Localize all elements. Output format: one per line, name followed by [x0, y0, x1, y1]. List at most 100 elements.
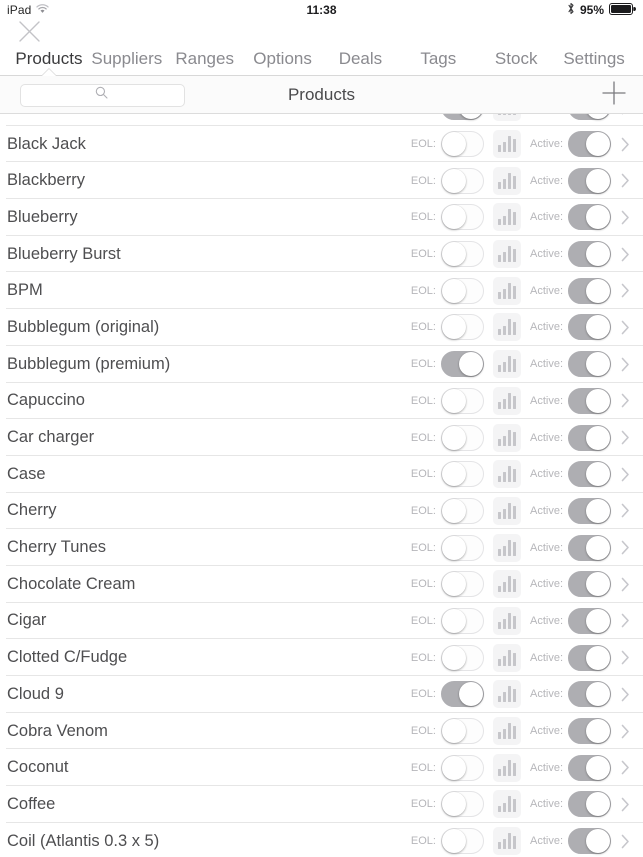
- chevron-right-icon[interactable]: [617, 351, 633, 377]
- active-toggle[interactable]: [568, 607, 611, 634]
- product-row[interactable]: Coffee EOL: Active:: [0, 786, 643, 823]
- eol-toggle[interactable]: [440, 314, 484, 341]
- close-button[interactable]: [14, 20, 44, 48]
- tab-ranges[interactable]: Ranges: [166, 48, 244, 70]
- eol-toggle[interactable]: [440, 497, 484, 524]
- active-toggle[interactable]: [568, 644, 611, 671]
- bar-chart-icon[interactable]: [492, 313, 521, 342]
- product-row[interactable]: EOL:Active:: [0, 114, 643, 126]
- bar-chart-icon[interactable]: [492, 166, 521, 195]
- chevron-right-icon[interactable]: [617, 204, 633, 230]
- active-toggle[interactable]: [568, 167, 611, 194]
- chevron-right-icon[interactable]: [617, 681, 633, 707]
- chevron-right-icon[interactable]: [617, 535, 633, 561]
- bar-chart-icon[interactable]: [492, 753, 521, 782]
- tab-suppliers[interactable]: Suppliers: [88, 48, 166, 70]
- product-row[interactable]: Chocolate Cream EOL: Active:: [0, 565, 643, 603]
- product-row[interactable]: Blackberry EOL: Active:: [0, 162, 643, 200]
- active-toggle[interactable]: [568, 497, 611, 524]
- product-row[interactable]: Cherry Tunes EOL: Active:: [0, 529, 643, 566]
- product-row[interactable]: Cigar EOL: Active:: [0, 602, 643, 640]
- chevron-right-icon[interactable]: [617, 755, 633, 781]
- add-product-button[interactable]: [597, 78, 631, 112]
- eol-toggle[interactable]: [440, 607, 484, 634]
- product-row[interactable]: Clotted C/Fudge EOL: Active:: [0, 639, 643, 676]
- active-toggle[interactable]: [568, 791, 611, 818]
- chevron-right-icon[interactable]: [617, 131, 633, 157]
- bar-chart-icon[interactable]: [492, 606, 521, 635]
- active-toggle[interactable]: [568, 534, 611, 561]
- product-row[interactable]: Cloud 9 EOL: Active:: [0, 676, 643, 713]
- chevron-right-icon[interactable]: [617, 498, 633, 524]
- product-list[interactable]: EOL:Active:Black JackEOL:Active:Blackber…: [0, 114, 643, 857]
- chevron-right-icon[interactable]: [617, 718, 633, 744]
- eol-toggle[interactable]: [440, 718, 484, 745]
- active-toggle[interactable]: [568, 277, 611, 304]
- product-row[interactable]: Capuccino EOL: Active:: [0, 382, 643, 420]
- active-toggle[interactable]: [568, 424, 611, 451]
- active-toggle[interactable]: [568, 114, 611, 121]
- active-toggle[interactable]: [568, 461, 611, 488]
- chevron-right-icon[interactable]: [617, 425, 633, 451]
- eol-toggle[interactable]: [440, 131, 484, 158]
- chevron-right-icon[interactable]: [617, 645, 633, 671]
- product-row[interactable]: Black Jack EOL: Active:: [0, 125, 643, 163]
- tab-products[interactable]: Products: [10, 48, 88, 76]
- bar-chart-icon[interactable]: [492, 717, 521, 746]
- eol-toggle[interactable]: [440, 167, 484, 194]
- tab-settings[interactable]: Settings: [555, 48, 633, 70]
- bar-chart-icon[interactable]: [492, 680, 521, 709]
- bar-chart-icon[interactable]: [492, 350, 521, 379]
- chevron-right-icon[interactable]: [617, 461, 633, 487]
- bar-chart-icon[interactable]: [492, 496, 521, 525]
- chevron-right-icon[interactable]: [617, 828, 633, 854]
- chevron-right-icon[interactable]: [617, 168, 633, 194]
- product-row[interactable]: Case EOL: Active:: [0, 455, 643, 493]
- tab-options[interactable]: Options: [244, 48, 322, 70]
- bar-chart-icon[interactable]: [492, 423, 521, 452]
- eol-toggle[interactable]: [440, 204, 484, 231]
- bar-chart-icon[interactable]: [492, 643, 521, 672]
- active-toggle[interactable]: [568, 754, 611, 781]
- product-row[interactable]: BPM EOL: Active:: [0, 272, 643, 310]
- eol-toggle[interactable]: [440, 534, 484, 561]
- active-toggle[interactable]: [568, 241, 611, 268]
- chevron-right-icon[interactable]: [617, 608, 633, 634]
- product-row[interactable]: Bubblegum (original) EOL: Active:: [0, 309, 643, 346]
- product-row[interactable]: Bubblegum (premium) EOL: Active:: [0, 345, 643, 383]
- chevron-right-icon[interactable]: [617, 278, 633, 304]
- chevron-right-icon[interactable]: [617, 114, 633, 120]
- bar-chart-icon[interactable]: [492, 203, 521, 232]
- product-row[interactable]: Coconut EOL: Active:: [0, 749, 643, 787]
- bar-chart-icon[interactable]: [492, 533, 521, 562]
- chevron-right-icon[interactable]: [617, 241, 633, 267]
- eol-toggle[interactable]: [440, 681, 484, 708]
- active-toggle[interactable]: [568, 351, 611, 378]
- product-row[interactable]: Blueberry Burst EOL: Active:: [0, 235, 643, 273]
- eol-toggle[interactable]: [440, 461, 484, 488]
- active-toggle[interactable]: [568, 571, 611, 598]
- product-row[interactable]: Blueberry EOL: Active:: [0, 199, 643, 236]
- eol-toggle[interactable]: [440, 424, 484, 451]
- bar-chart-icon[interactable]: [492, 386, 521, 415]
- active-toggle[interactable]: [568, 314, 611, 341]
- eol-toggle[interactable]: [440, 571, 484, 598]
- bar-chart-icon[interactable]: [492, 114, 521, 122]
- bar-chart-icon[interactable]: [492, 240, 521, 269]
- chevron-right-icon[interactable]: [617, 571, 633, 597]
- product-row[interactable]: Cherry EOL: Active:: [0, 492, 643, 530]
- eol-toggle[interactable]: [440, 828, 484, 855]
- active-toggle[interactable]: [568, 131, 611, 158]
- eol-toggle[interactable]: [440, 387, 484, 414]
- tab-stock[interactable]: Stock: [477, 48, 555, 70]
- active-toggle[interactable]: [568, 204, 611, 231]
- bar-chart-icon[interactable]: [492, 130, 521, 159]
- active-toggle[interactable]: [568, 681, 611, 708]
- chevron-right-icon[interactable]: [617, 314, 633, 340]
- eol-toggle[interactable]: [440, 241, 484, 268]
- bar-chart-icon[interactable]: [492, 827, 521, 856]
- bar-chart-icon[interactable]: [492, 570, 521, 599]
- bar-chart-icon[interactable]: [492, 460, 521, 489]
- chevron-right-icon[interactable]: [617, 791, 633, 817]
- search-input[interactable]: [20, 83, 185, 107]
